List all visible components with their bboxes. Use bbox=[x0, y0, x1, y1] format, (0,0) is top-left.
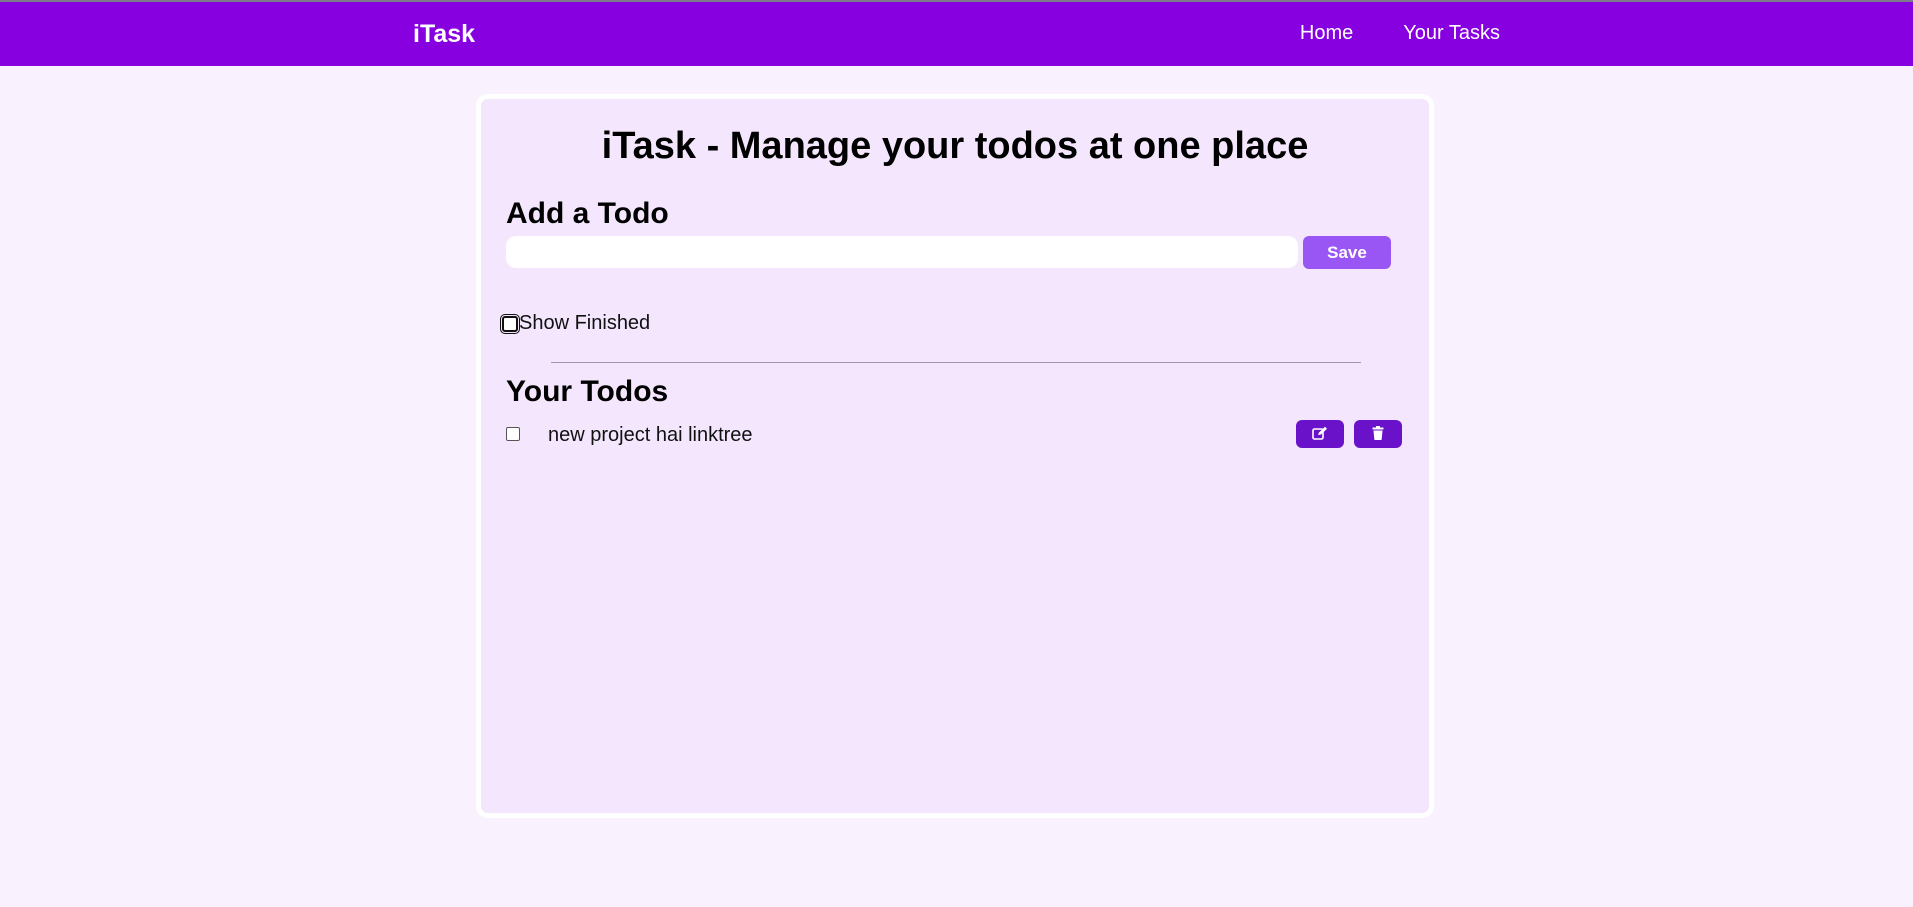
save-button[interactable]: Save bbox=[1303, 236, 1391, 269]
your-todos-heading: Your Todos bbox=[506, 375, 669, 408]
edit-icon bbox=[1312, 426, 1328, 443]
show-finished-checkbox[interactable] bbox=[500, 313, 520, 334]
edit-button[interactable] bbox=[1296, 420, 1344, 448]
todo-item: new project hai linktree bbox=[506, 420, 1402, 450]
show-finished-toggle[interactable]: Show Finished bbox=[500, 312, 651, 335]
show-finished-label: Show Finished bbox=[519, 312, 651, 334]
todo-card: iTask - Manage your todos at one place A… bbox=[476, 94, 1434, 818]
add-todo-heading: Add a Todo bbox=[506, 197, 669, 230]
page-title: iTask - Manage your todos at one place bbox=[601, 125, 1309, 167]
nav-links: Home Your Tasks bbox=[1300, 22, 1500, 45]
divider bbox=[551, 362, 1361, 363]
brand-logo[interactable]: iTask bbox=[413, 20, 475, 49]
todo-checkbox[interactable] bbox=[506, 427, 520, 441]
navbar: iTask Home Your Tasks bbox=[0, 2, 1913, 66]
todo-text: new project hai linktree bbox=[548, 424, 753, 446]
trash-icon bbox=[1372, 425, 1384, 443]
todo-input[interactable] bbox=[506, 236, 1298, 268]
delete-button[interactable] bbox=[1354, 420, 1402, 448]
nav-link-your-tasks[interactable]: Your Tasks bbox=[1403, 22, 1500, 45]
nav-link-home[interactable]: Home bbox=[1300, 22, 1353, 45]
